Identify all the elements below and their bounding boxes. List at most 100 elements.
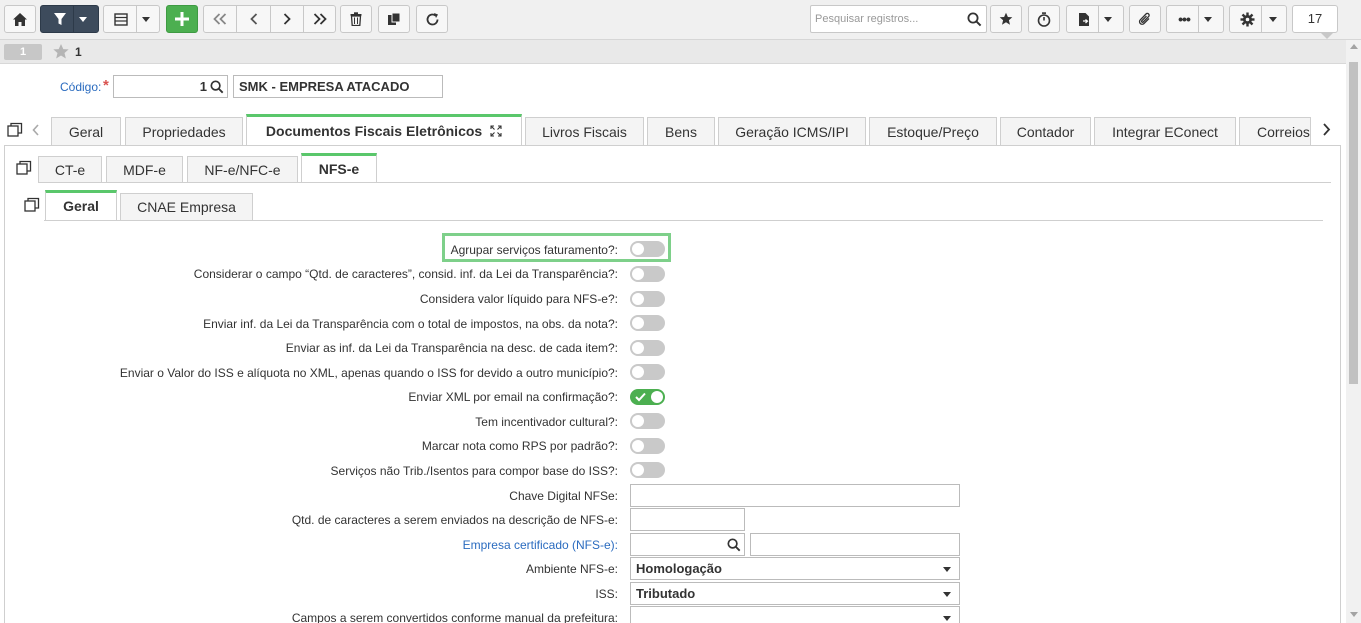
record-number: 1 bbox=[75, 45, 82, 59]
chevron-down-icon bbox=[141, 16, 150, 22]
refresh-button[interactable] bbox=[416, 5, 448, 33]
search-icon[interactable] bbox=[967, 12, 982, 27]
chevron-down-icon bbox=[943, 592, 951, 597]
chevron-left-icon[interactable] bbox=[32, 124, 40, 136]
copy-icon[interactable] bbox=[16, 160, 32, 176]
star-icon[interactable] bbox=[52, 43, 70, 60]
enviar-xml-email-toggle[interactable] bbox=[630, 389, 665, 405]
chevron-down-icon bbox=[943, 616, 951, 621]
more-button[interactable]: ••• bbox=[1166, 5, 1224, 33]
servicos-nao-trib-label: Serviços não Trib./Isentos para compor b… bbox=[330, 464, 618, 478]
attach-button[interactable] bbox=[1129, 5, 1161, 33]
search-icon[interactable] bbox=[210, 80, 224, 94]
add-button[interactable] bbox=[166, 5, 198, 33]
valor-iss-xml-toggle[interactable] bbox=[630, 364, 665, 380]
rps-padrao-toggle[interactable] bbox=[630, 438, 665, 454]
previous-record-button[interactable] bbox=[237, 5, 270, 33]
iss-value: Tributado bbox=[636, 586, 696, 601]
tab-bens[interactable]: Bens bbox=[647, 117, 715, 145]
incentivador-cultural-label: Tem incentivador cultural?: bbox=[475, 415, 618, 429]
view-button[interactable] bbox=[103, 5, 160, 33]
subtab-nfse[interactable]: NFS-e bbox=[301, 153, 377, 183]
copy-icon[interactable] bbox=[24, 197, 40, 213]
qtd-caracteres-input[interactable] bbox=[630, 508, 745, 531]
expand-icon[interactable] bbox=[490, 125, 502, 137]
next-record-button[interactable] bbox=[270, 5, 303, 33]
tab-documentos-fiscais[interactable]: Documentos Fiscais Eletrônicos bbox=[246, 114, 522, 146]
rps-padrao-label: Marcar nota como RPS por padrão?: bbox=[421, 439, 618, 453]
ambiente-value: Homologação bbox=[636, 561, 722, 576]
chevron-down-icon bbox=[1203, 16, 1212, 22]
copy-icon bbox=[388, 12, 401, 25]
ambiente-select[interactable]: Homologação bbox=[630, 557, 960, 580]
home-button[interactable] bbox=[4, 5, 36, 33]
incentivador-cultural-toggle[interactable] bbox=[630, 413, 665, 429]
tab-geracao-icms-ipi[interactable]: Geração ICMS/IPI bbox=[718, 117, 866, 145]
servicos-nao-trib-toggle[interactable] bbox=[630, 462, 665, 478]
lei-transparencia-item-toggle[interactable] bbox=[630, 340, 665, 356]
campos-convertidos-select[interactable] bbox=[630, 606, 960, 623]
search-icon[interactable] bbox=[727, 538, 741, 552]
scrollbar-thumb[interactable] bbox=[1349, 62, 1358, 384]
empresa-certificado-name-input[interactable] bbox=[750, 533, 960, 556]
lei-transparencia-obs-toggle[interactable] bbox=[630, 315, 665, 331]
qtd-caracteres-label: Qtd. de caracteres a serem enviados na d… bbox=[291, 513, 618, 527]
empresa-certificado-code-input[interactable] bbox=[630, 533, 745, 556]
gear-icon bbox=[1240, 12, 1254, 26]
record-bar: 1 1 bbox=[0, 40, 1346, 64]
star-icon bbox=[999, 12, 1013, 25]
ambiente-label: Ambiente NFS-e: bbox=[525, 562, 618, 576]
empresa-certificado-label[interactable]: Empresa certificado (NFS-e): bbox=[463, 538, 618, 552]
record-counter[interactable]: 17 bbox=[1292, 5, 1338, 33]
subsubtab-cnae-empresa[interactable]: CNAE Empresa bbox=[120, 193, 253, 221]
scrollbar[interactable] bbox=[1346, 40, 1361, 623]
home-icon bbox=[13, 12, 27, 26]
lei-transparencia-obs-label: Enviar inf. da Lei da Transparência com … bbox=[203, 317, 618, 331]
record-pill[interactable]: 1 bbox=[4, 44, 42, 60]
check-icon bbox=[635, 392, 646, 402]
subsubtabs-divider bbox=[44, 220, 1323, 221]
enviar-xml-email-label: Enviar XML por email na confirmação?: bbox=[408, 390, 618, 404]
valor-liquido-label: Considera valor líquido para NFS-e?: bbox=[419, 292, 618, 306]
subtab-nfe-nfce[interactable]: NF-e/NFC-e bbox=[187, 156, 298, 183]
required-mark: * bbox=[103, 77, 109, 94]
refresh-icon bbox=[426, 12, 438, 25]
tab-correios[interactable]: Correios bbox=[1239, 117, 1311, 145]
timer-button[interactable] bbox=[1028, 5, 1060, 33]
tab-contador[interactable]: Contador bbox=[1000, 117, 1091, 145]
tab-livros-fiscais[interactable]: Livros Fiscais bbox=[525, 117, 644, 145]
scroll-down-icon[interactable] bbox=[1350, 612, 1358, 617]
tab-estoque-preco[interactable]: Estoque/Preço bbox=[869, 117, 997, 145]
code-label: Código: bbox=[60, 80, 102, 94]
subtab-cte[interactable]: CT-e bbox=[38, 156, 102, 183]
chevron-down-icon bbox=[1268, 16, 1277, 22]
chevron-down-icon bbox=[943, 567, 951, 572]
subtab-mdfe[interactable]: MDF-e bbox=[106, 156, 183, 183]
report-button[interactable] bbox=[1066, 5, 1124, 33]
tab-integrar-econect[interactable]: Integrar EConect bbox=[1094, 117, 1236, 145]
agrupar-servicos-label: Agrupar serviços faturamento?: bbox=[450, 243, 618, 257]
toolbar: Pesquisar registros... ••• 17 bbox=[0, 0, 1361, 40]
chevron-right-icon[interactable] bbox=[1322, 123, 1331, 136]
copy-icon[interactable] bbox=[7, 122, 23, 138]
settings-button[interactable] bbox=[1229, 5, 1287, 33]
delete-button[interactable] bbox=[340, 5, 372, 33]
valor-liquido-toggle[interactable] bbox=[630, 291, 665, 307]
agrupar-servicos-toggle[interactable] bbox=[630, 241, 665, 257]
copy-button[interactable] bbox=[378, 5, 410, 33]
subsubtab-geral[interactable]: Geral bbox=[45, 190, 117, 221]
chave-digital-input[interactable] bbox=[630, 484, 960, 507]
tab-propriedades[interactable]: Propriedades bbox=[125, 117, 243, 145]
iss-select[interactable]: Tributado bbox=[630, 582, 960, 605]
favorite-button[interactable] bbox=[990, 5, 1022, 33]
lei-transparencia-item-label: Enviar as inf. da Lei da Transparência n… bbox=[285, 341, 618, 355]
last-record-button[interactable] bbox=[303, 5, 336, 33]
tab-geral[interactable]: Geral bbox=[51, 117, 121, 145]
scroll-up-icon[interactable] bbox=[1350, 44, 1358, 49]
search-input[interactable]: Pesquisar registros... bbox=[810, 5, 987, 33]
considerar-qtd-caracteres-toggle[interactable] bbox=[630, 266, 665, 282]
filter-button[interactable] bbox=[40, 5, 99, 33]
code-input[interactable]: 1 bbox=[113, 75, 228, 98]
first-record-button[interactable] bbox=[203, 5, 236, 33]
double-chevron-right-icon bbox=[313, 13, 327, 25]
